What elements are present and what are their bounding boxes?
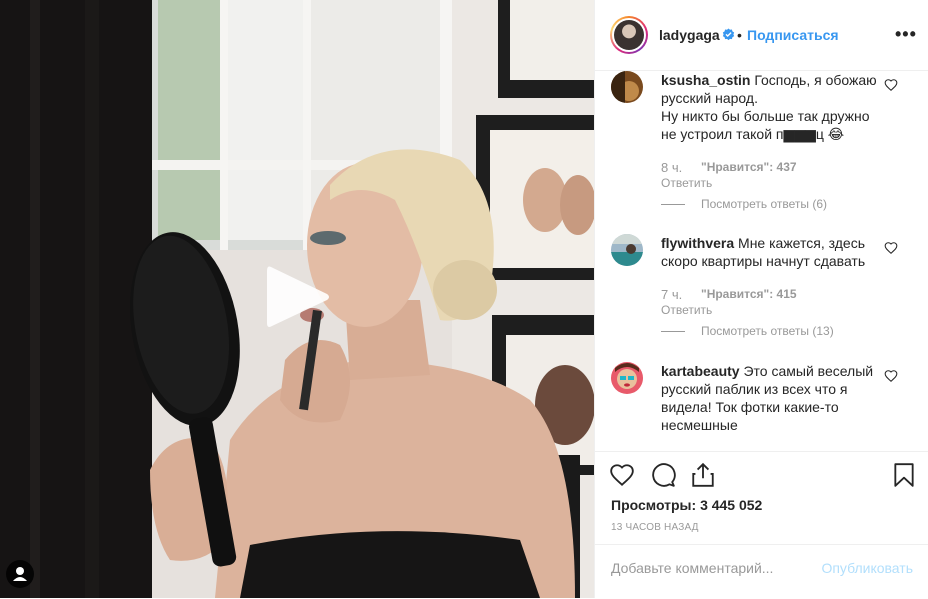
comment-item: flywithvera Мне кажется, здесь скоро ква…: [611, 234, 911, 344]
comment-line: русский паблик из всех что я: [661, 381, 848, 397]
play-icon[interactable]: [265, 263, 331, 331]
view-replies-label: Посмотреть ответы (13): [701, 324, 834, 338]
verified-badge-icon: [722, 28, 735, 41]
comment-line: Это самый веселый: [743, 363, 874, 379]
commenter-avatar[interactable]: [611, 71, 643, 103]
views-number: 3 445 052: [700, 497, 763, 513]
comment-time[interactable]: 8 ч.: [661, 160, 701, 175]
comment-likes[interactable]: "Нравится": 437: [701, 160, 797, 175]
view-replies-button[interactable]: Посмотреть ответы (6): [661, 197, 827, 211]
comment-text: flywithvera Мне кажется, здесь скоро ква…: [661, 234, 885, 270]
commenter-username[interactable]: flywithvera: [661, 235, 734, 251]
reply-button[interactable]: Ответить: [661, 303, 712, 317]
publish-button[interactable]: Опубликовать: [821, 560, 913, 576]
comment-icon[interactable]: [650, 462, 676, 488]
view-replies-line: [661, 203, 685, 205]
post-side-panel: ladygaga • Подписаться ••• ksusha_ostin …: [594, 0, 928, 598]
follow-button[interactable]: Подписаться: [747, 27, 839, 43]
view-replies-line: [661, 330, 685, 332]
comment-line: видела! Ток фотки какие-то: [661, 399, 839, 415]
reply-button[interactable]: Ответить: [661, 176, 712, 190]
comment-meta: 8 ч. "Нравится": 437: [661, 160, 797, 175]
author-avatar[interactable]: [610, 16, 648, 54]
comments-list[interactable]: ksusha_ostin Господь, я обожаю русский н…: [595, 71, 928, 451]
instagram-post: ladygaga • Подписаться ••• ksusha_ostin …: [0, 0, 928, 598]
author-username[interactable]: ladygaga: [659, 27, 720, 43]
share-icon[interactable]: [690, 462, 716, 488]
comment-line: Ну никто бы больше так дружно: [661, 108, 870, 124]
post-video[interactable]: [0, 0, 594, 598]
comment-like-heart-icon[interactable]: [884, 78, 898, 92]
add-comment-bar: Опубликовать: [595, 544, 928, 599]
header-separator: •: [737, 27, 742, 43]
more-options-button[interactable]: •••: [895, 24, 917, 45]
views-label: Просмотры:: [611, 497, 697, 513]
user-tag-icon[interactable]: [6, 560, 34, 588]
comment-line: скоро квартиры начнут сдавать: [661, 253, 866, 269]
commenter-username[interactable]: kartabeauty: [661, 363, 740, 379]
commenter-avatar[interactable]: [611, 234, 643, 266]
comment-text: ksusha_ostin Господь, я обожаю русский н…: [661, 71, 885, 143]
comment-line: Господь, я обожаю: [754, 72, 877, 88]
comment-input[interactable]: [611, 557, 811, 579]
view-replies-button[interactable]: Посмотреть ответы (13): [661, 324, 834, 338]
comment-line: несмешные: [661, 417, 738, 433]
comment-line: русский народ.: [661, 90, 758, 106]
commenter-avatar[interactable]: [611, 362, 643, 394]
post-actions: Просмотры: 3 445 052 13 ЧАСОВ НАЗАД Опуб…: [595, 451, 928, 598]
comment-likes[interactable]: "Нравится": 415: [701, 287, 797, 302]
comment-like-heart-icon[interactable]: [884, 369, 898, 383]
commenter-username[interactable]: ksusha_ostin: [661, 72, 750, 88]
comment-text: kartabeauty Это самый веселый русский па…: [661, 362, 885, 434]
comment-line: не устроил такой п▆▆▆ц 😂: [661, 126, 845, 142]
bookmark-icon[interactable]: [891, 462, 917, 488]
comment-item: ksusha_ostin Господь, я обожаю русский н…: [611, 71, 911, 221]
post-timestamp[interactable]: 13 ЧАСОВ НАЗАД: [611, 522, 699, 533]
heart-icon[interactable]: [609, 462, 635, 488]
post-header: ladygaga • Подписаться •••: [595, 0, 928, 71]
comment-line: Мне кажется, здесь: [738, 235, 865, 251]
comment-meta: 7 ч. "Нравится": 415: [661, 287, 797, 302]
comment-time[interactable]: 7 ч.: [661, 287, 701, 302]
view-replies-label: Посмотреть ответы (6): [701, 197, 828, 211]
views-count[interactable]: Просмотры: 3 445 052: [611, 497, 762, 513]
comment-item: kartabeauty Это самый веселый русский па…: [611, 362, 911, 442]
comment-like-heart-icon[interactable]: [884, 241, 898, 255]
